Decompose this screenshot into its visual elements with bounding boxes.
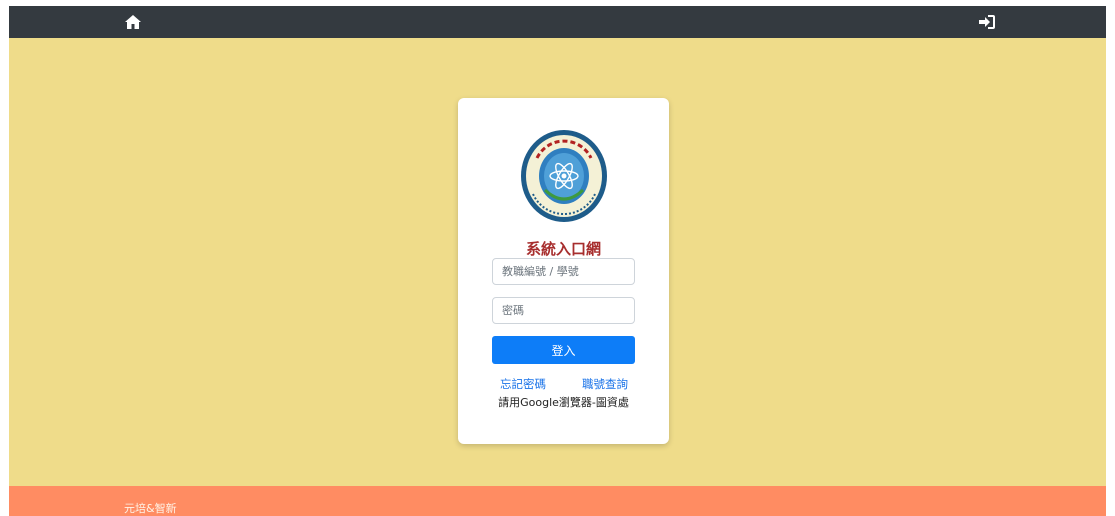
id-lookup-link[interactable]: 職號查詢 — [582, 376, 628, 392]
footer: 元培&智新 — [9, 486, 1106, 516]
home-icon[interactable] — [124, 13, 142, 31]
top-navbar — [9, 6, 1106, 38]
sign-in-icon[interactable] — [978, 13, 996, 31]
main-area: 系統入口網 登入 忘記密碼 職號查詢 請用Google瀏覽器-圖資處 — [9, 38, 1106, 486]
login-button[interactable]: 登入 — [492, 336, 635, 364]
university-logo — [521, 130, 607, 222]
portal-title: 系統入口網 — [525, 240, 601, 258]
footer-text: 元培&智新 — [124, 502, 177, 515]
password-input[interactable] — [492, 297, 635, 324]
browser-note: 請用Google瀏覽器-圖資處 — [498, 396, 629, 409]
forgot-password-link[interactable]: 忘記密碼 — [500, 376, 546, 392]
username-input[interactable] — [492, 258, 635, 285]
login-card: 系統入口網 登入 忘記密碼 職號查詢 請用Google瀏覽器-圖資處 — [458, 98, 669, 444]
